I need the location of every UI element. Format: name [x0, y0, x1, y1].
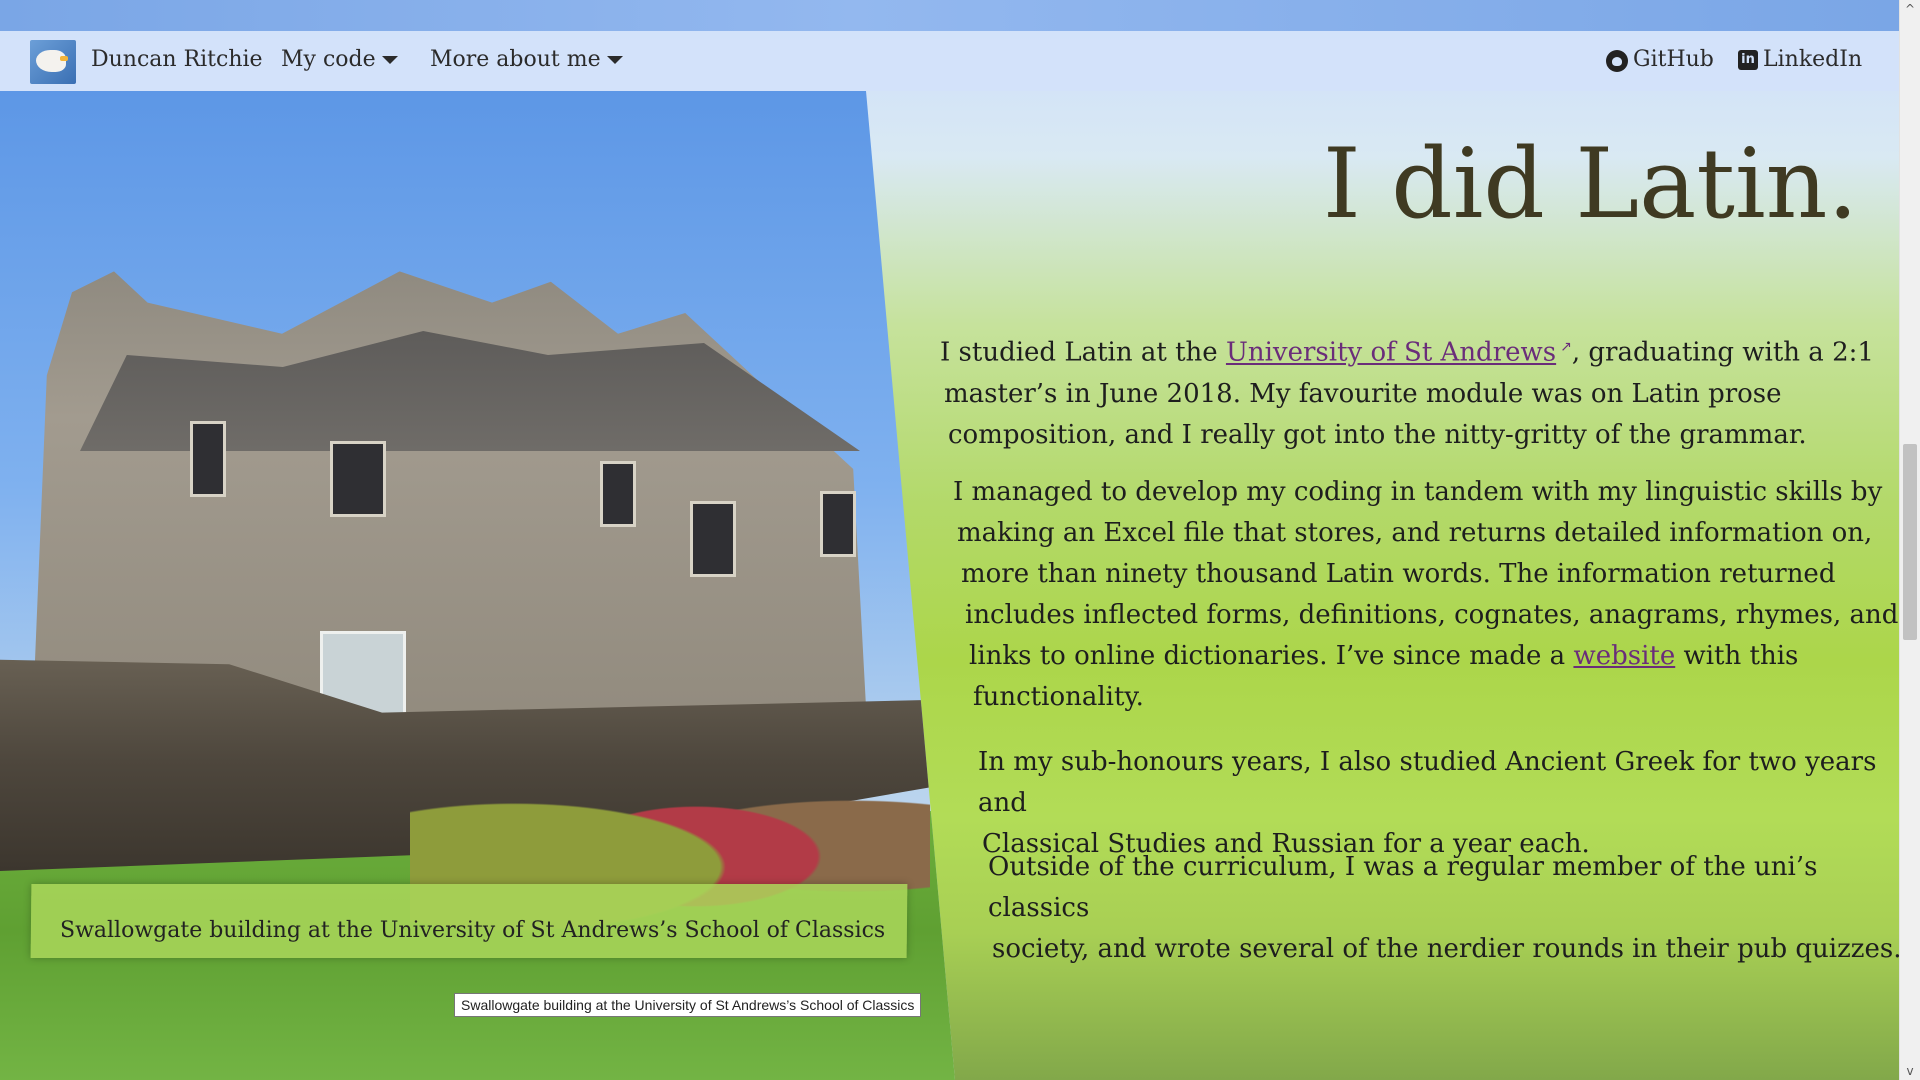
paragraph-line: includes inflected forms, definitions, c…	[965, 600, 1899, 630]
paragraph-line: In my sub-honours years, I also studied …	[978, 747, 1877, 818]
scroll-down-arrow-icon[interactable]: v	[1900, 1062, 1920, 1080]
site-logo[interactable]	[30, 40, 76, 84]
scroll-thumb[interactable]	[1903, 444, 1917, 640]
photo-window	[600, 461, 636, 527]
paragraph-line: Outside of the curriculum, I was a regul…	[988, 852, 1818, 923]
seagull-beak	[60, 56, 68, 61]
browser-top-strip	[0, 0, 1900, 31]
caret-down-icon	[381, 56, 398, 64]
website-link[interactable]: website	[1573, 641, 1675, 671]
linkedin-link[interactable]: LinkedIn	[1763, 47, 1862, 72]
paragraph-line: making an Excel file that stores, and re…	[957, 518, 1873, 548]
my-code-label: My code	[281, 47, 376, 72]
github-link[interactable]: GitHub	[1633, 47, 1714, 72]
text-fragment: links to online dictionaries. I’ve since…	[969, 641, 1574, 671]
page-title: I did Latin.	[1322, 128, 1858, 240]
paragraph-line: composition, and I really got into the n…	[948, 419, 1807, 450]
photo-window	[690, 501, 736, 577]
github-icon[interactable]	[1606, 50, 1628, 72]
scroll-up-arrow-icon[interactable]: ^	[1900, 0, 1920, 18]
paragraph-coding: I managed to develop my coding in tandem…	[953, 472, 1898, 718]
paragraph-line: links to online dictionaries. I’ve since…	[969, 636, 1898, 677]
paragraph-line: I studied Latin at the University of St …	[940, 327, 1874, 374]
paragraph-line: society, and wrote several of the nerdie…	[992, 934, 1902, 964]
brand-link[interactable]: Duncan Ritchie	[91, 47, 263, 72]
photo-tooltip: Swallowgate building at the University o…	[454, 993, 922, 1017]
photo-window	[820, 491, 856, 557]
page-scrollbar[interactable]: ^ v	[1899, 0, 1920, 1080]
text-fragment: , graduating with a 2:1	[1571, 337, 1874, 368]
paragraph-line: I managed to develop my coding in tandem…	[953, 477, 1883, 507]
more-about-me-menu[interactable]: More about me	[430, 47, 623, 72]
paragraph-line: more than ninety thousand Latin words. T…	[961, 559, 1836, 589]
my-code-menu[interactable]: My code	[281, 47, 398, 72]
caret-down-icon	[606, 56, 623, 64]
paragraph-line: functionality.	[973, 682, 1144, 712]
paragraph-study: I studied Latin at the University of St …	[940, 327, 1874, 456]
more-about-label: More about me	[430, 47, 601, 72]
linkedin-icon[interactable]: in	[1738, 50, 1758, 70]
text-fragment: with this	[1675, 641, 1799, 671]
paragraph-line: master’s in June 2018. My favourite modu…	[944, 378, 1782, 409]
photo-window	[330, 441, 386, 517]
paragraph-society: Outside of the curriculum, I was a regul…	[988, 847, 1920, 970]
text-fragment: I studied Latin at the	[940, 337, 1226, 368]
photo-caption: Swallowgate building at the University o…	[60, 918, 886, 943]
photo-window	[190, 421, 226, 497]
external-link-icon: ↗	[1560, 339, 1572, 355]
st-andrews-link[interactable]: University of St Andrews	[1226, 338, 1556, 368]
seagull-icon	[36, 50, 66, 72]
